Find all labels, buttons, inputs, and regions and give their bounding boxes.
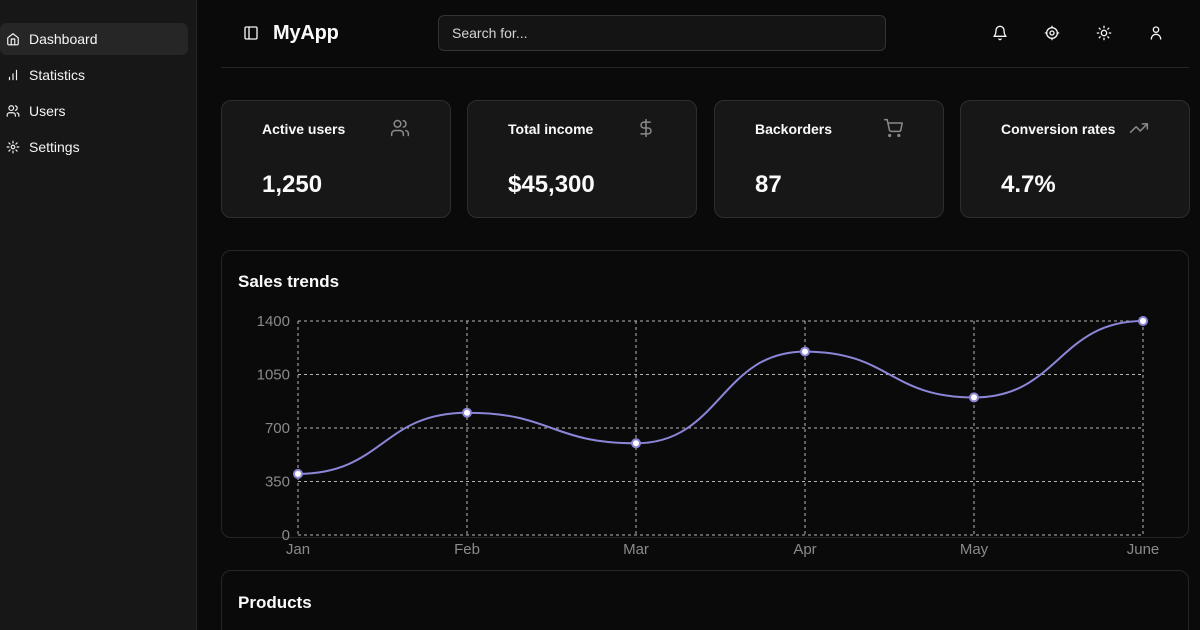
data-point [293, 468, 303, 479]
panel-title: Products [238, 593, 312, 612]
stat-value: 87 [755, 171, 782, 198]
header: MyApp [221, 0, 1189, 68]
trending-up-icon [1129, 123, 1149, 133]
sidebar-item-settings[interactable]: Settings [0, 131, 188, 163]
data-point [462, 407, 472, 418]
stat-title: Total income [508, 121, 594, 137]
sidebar-item-label: Settings [29, 139, 80, 155]
gear-icon [6, 140, 20, 154]
users-icon [6, 105, 20, 117]
x-tick-label: Apr [793, 541, 816, 558]
stat-card-conversion-rates: Conversion rates 4.7% [960, 100, 1190, 218]
y-tick-label: 700 [265, 420, 290, 437]
data-point [631, 438, 641, 449]
dollar-icon [640, 118, 652, 138]
stat-value: 1,250 [262, 171, 323, 198]
y-tick-label: 1400 [257, 313, 290, 330]
stat-title: Conversion rates [1001, 121, 1116, 137]
bell-icon[interactable] [992, 25, 1008, 41]
cart-icon [883, 118, 903, 138]
sidebar-item-label: Statistics [29, 67, 86, 83]
sun-icon[interactable] [1096, 25, 1112, 41]
y-tick-label: 350 [265, 474, 290, 491]
user-icon[interactable] [1148, 25, 1164, 41]
data-point [1138, 316, 1148, 326]
panel-title: Sales trends [238, 272, 340, 291]
search-input[interactable] [438, 15, 886, 51]
series-line [297, 320, 1144, 475]
y-tick-label: 1050 [257, 367, 290, 384]
data-point [969, 392, 979, 403]
sidebar-item-dashboard[interactable]: Dashboard [0, 23, 188, 55]
sidebar-item-users[interactable]: Users [0, 95, 188, 127]
sidebar-item-statistics[interactable]: Statistics [0, 59, 188, 91]
bar-chart-icon [8, 69, 18, 81]
stat-title: Active users [262, 121, 346, 137]
sidebar: Dashboard Statistics Users Settings [0, 0, 197, 630]
gear-icon[interactable] [1044, 25, 1060, 41]
x-tick-label: Mar [623, 541, 649, 558]
data-point [800, 346, 810, 357]
sidebar-item-label: Dashboard [29, 31, 98, 47]
users-icon [390, 119, 410, 137]
sidebar-toggle-icon[interactable] [243, 25, 259, 41]
products-panel: Products [221, 570, 1189, 630]
app-title: MyApp [273, 22, 339, 44]
sales-trends-chart: 035070010501400Jan Feb Mar Apr May June [257, 313, 1160, 558]
stat-card-total-income: Total income $45,300 [467, 100, 697, 218]
x-tick-label: June [1127, 541, 1160, 558]
stat-value: $45,300 [508, 171, 595, 198]
x-tick-label: Jan [286, 541, 310, 558]
stat-card-backorders: Backorders 87 [714, 100, 944, 218]
sidebar-item-label: Users [29, 103, 66, 119]
stat-card-active-users: Active users 1,250 [221, 100, 451, 218]
stat-title: Backorders [755, 121, 833, 137]
home-icon [7, 33, 19, 46]
stat-value: 4.7% [1001, 171, 1056, 198]
x-tick-label: Feb [454, 541, 480, 558]
x-tick-label: May [960, 541, 989, 558]
